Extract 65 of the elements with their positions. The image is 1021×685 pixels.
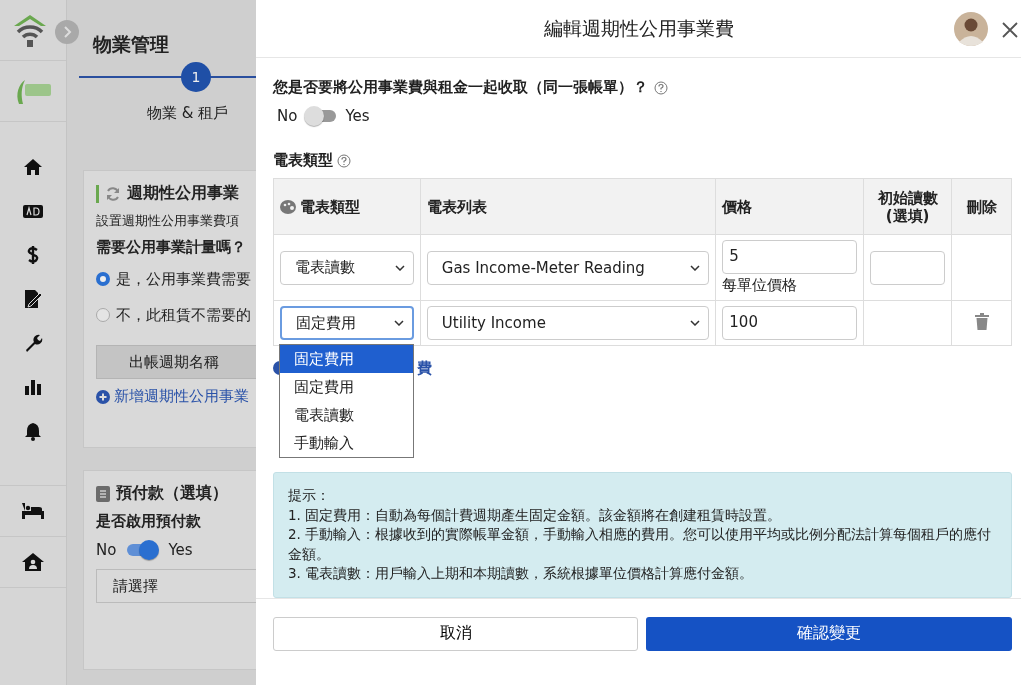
help-icon[interactable] (337, 153, 351, 168)
radio-button[interactable] (96, 272, 110, 286)
radio-label: 不，此租賃不需要的 (116, 305, 251, 325)
meter-list-select[interactable]: Gas Income-Meter Reading (426, 250, 710, 285)
wrench-icon[interactable] (23, 333, 43, 353)
tip-text: 3. 電表讀數：用戶輸入上期和本期讀數，系統根據單位價格計算應付金額。 (288, 564, 755, 584)
avatar-icon[interactable] (954, 12, 988, 46)
chevron-icon (393, 320, 404, 327)
meter-type-select[interactable]: 固定費用 (280, 306, 414, 341)
close-icon[interactable] (1002, 22, 1018, 38)
toggle-on-label: Yes (168, 541, 193, 559)
question-label: 您是否要將公用事業費與租金一起收取（同一張帳單）？ (273, 78, 648, 98)
tip-title: 提示： (288, 486, 331, 506)
add-utility-link[interactable]: 費 (417, 358, 432, 378)
radio-button[interactable] (96, 308, 110, 322)
dropdown-option[interactable]: 固定費用 (280, 345, 413, 374)
add-utility-link[interactable]: 新增週期性公用事業 (114, 387, 249, 406)
toggle-off-label: No (277, 107, 298, 126)
home-icon[interactable] (23, 157, 43, 177)
bed-icon[interactable] (22, 502, 44, 520)
price-field[interactable]: 5 (722, 240, 858, 275)
refresh-icon (105, 185, 121, 202)
card-title: 預付款（選填） (116, 483, 228, 504)
house-user-icon[interactable] (22, 552, 44, 572)
meter-list-select[interactable]: Utility Income (426, 306, 710, 341)
step-number[interactable]: 1 (181, 62, 211, 92)
confirm-button[interactable]: 確認變更 (646, 616, 1012, 651)
select-field[interactable]: 請選擇 (96, 569, 256, 603)
question-label: 需要公用事業計量嗎？ (96, 238, 247, 257)
column-header: 電表列表 (426, 197, 487, 216)
chevron-icon (690, 264, 701, 271)
card-description: 設置週期性公用事業費項 (96, 212, 240, 230)
modal-title: 編輯週期性公用事業費 (544, 15, 734, 41)
initial-reading-field[interactable] (870, 250, 946, 285)
toggle-on-label: Yes (345, 107, 370, 126)
help-icon[interactable] (654, 80, 668, 95)
meter-type-select[interactable]: 電表讀數 (280, 250, 414, 285)
document-icon (96, 485, 110, 502)
toggle-off-label: No (96, 541, 117, 559)
dropdown-option[interactable]: 固定費用 (280, 373, 413, 402)
column-header: 刪除 (966, 197, 997, 216)
tip-text: 1. 固定費用：自動為每個計費週期產生固定金額。該金額將在創建租賃時設置。 (288, 505, 783, 525)
tip-text: 2. 手動輸入：根據收到的實際帳單金額，手動輸入相應的費用。您可以使用平均或比例分配法計算每個租戶的應付金額。 (288, 525, 993, 564)
radio-label: 是，公用事業費需要 (116, 269, 251, 289)
column-header: 初始讀數 (選填) (877, 188, 938, 225)
section-label: 電表類型 (273, 151, 333, 171)
question-label: 是否啟用預付款 (96, 512, 202, 531)
chart-icon[interactable] (23, 377, 43, 397)
price-hint: 每單位價格 (722, 276, 799, 296)
billing-cycle-button[interactable]: 出帳週期名稱 (96, 345, 256, 379)
page-title: 物業管理 (93, 32, 169, 57)
trash-icon[interactable] (974, 312, 989, 330)
palette-icon (280, 199, 296, 214)
cancel-button[interactable]: 取消 (273, 616, 638, 651)
dropdown-option[interactable]: 電表讀數 (280, 401, 413, 430)
card-title: 週期性公用事業 (127, 183, 239, 204)
price-field[interactable]: 100 (722, 306, 858, 341)
column-header: 電表類型 (300, 197, 360, 216)
column-header: 價格 (722, 197, 753, 216)
dropdown-option[interactable]: 手動輸入 (280, 429, 413, 458)
edit-icon[interactable] (23, 289, 43, 309)
chevron-icon (690, 320, 701, 327)
step-label: 物業 & 租戶 (147, 104, 229, 123)
bell-icon[interactable] (23, 421, 43, 441)
chevron-icon (394, 264, 405, 271)
